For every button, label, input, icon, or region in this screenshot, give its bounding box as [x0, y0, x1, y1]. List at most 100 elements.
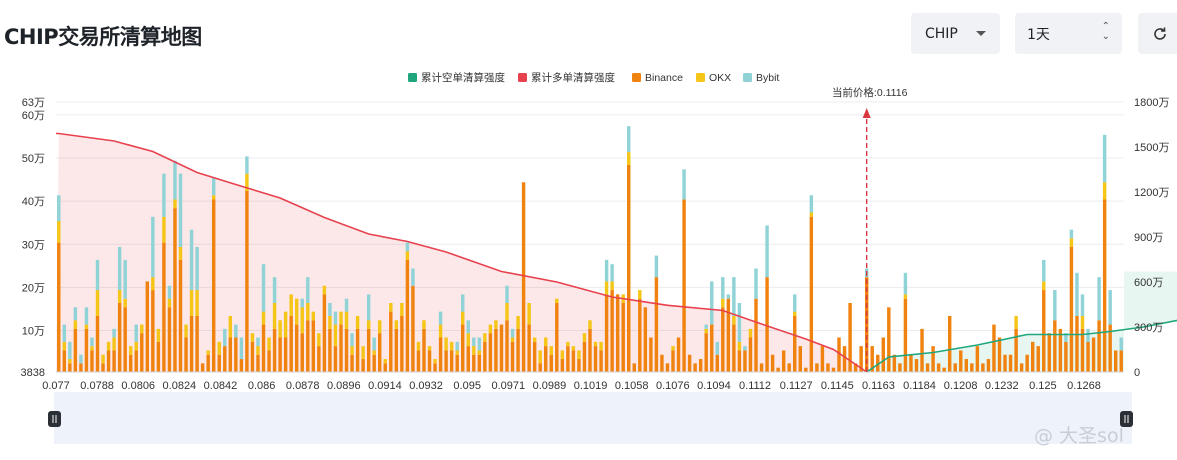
bar-okx — [466, 333, 470, 347]
bar-bybit — [178, 173, 183, 247]
bar-okx — [477, 350, 482, 355]
bar-bybit — [1097, 277, 1101, 321]
bar-binance — [555, 303, 559, 372]
bar-okx — [555, 298, 559, 304]
bar-bybit — [682, 169, 686, 200]
bar-bybit — [710, 281, 714, 325]
y-right-tick-label: 900万 — [1134, 232, 1163, 244]
bar-binance — [1025, 354, 1029, 372]
bar-binance — [1069, 246, 1074, 372]
bar-binance — [1113, 350, 1118, 372]
bar-binance — [311, 320, 316, 372]
x-tick-label: 0.1127 — [780, 380, 813, 392]
bar-okx — [372, 350, 376, 355]
x-tick-label: 0.0914 — [368, 380, 402, 392]
legend-swatch — [408, 73, 417, 82]
y-right-tick-label: 1500万 — [1134, 142, 1169, 154]
bar-binance — [350, 354, 354, 372]
bar-binance — [582, 341, 587, 372]
bar-okx — [793, 311, 797, 316]
bar-bybit — [211, 177, 216, 196]
bar-binance — [610, 290, 614, 372]
bar-binance — [649, 337, 653, 372]
bar-okx — [195, 290, 199, 316]
bar-okx — [582, 333, 587, 342]
x-tick-label: 0.0896 — [327, 380, 361, 392]
bar-binance — [516, 328, 520, 372]
bar-bybit — [372, 337, 376, 351]
legend-label: Binance — [645, 72, 683, 84]
bar-okx — [516, 315, 520, 329]
x-tick-label: 0.0878 — [286, 380, 320, 392]
legend-swatch — [696, 73, 705, 82]
bar-okx — [1014, 315, 1018, 329]
bar-okx — [300, 307, 304, 334]
bar-binance — [566, 346, 570, 372]
bar-binance — [1091, 337, 1096, 372]
bar-okx — [732, 315, 736, 325]
bar-binance — [145, 281, 150, 372]
bar-bybit — [123, 259, 127, 299]
bar-bybit — [411, 268, 415, 286]
bar-okx — [256, 346, 260, 355]
bar-bybit — [256, 337, 260, 347]
bar-binance — [754, 298, 758, 372]
bar-binance — [95, 315, 100, 372]
bar-binance — [156, 341, 161, 372]
bar-binance — [461, 324, 465, 372]
bar-okx — [217, 341, 221, 355]
bar-okx — [449, 341, 454, 351]
bar-binance — [234, 337, 238, 372]
bar-binance — [416, 350, 421, 372]
legend-label: 累计多单清算强度 — [531, 71, 615, 84]
x-tick-label: 0.095 — [453, 380, 481, 392]
bar-bybit — [112, 328, 116, 338]
bar-bybit — [68, 341, 72, 360]
bar-bybit — [350, 333, 354, 347]
legend-swatch — [632, 73, 641, 82]
bar-binance — [920, 328, 924, 372]
y-left-tick-label: 30万 — [22, 239, 45, 251]
bar-binance — [842, 346, 847, 372]
bar-okx — [571, 346, 576, 351]
bar-binance — [721, 307, 725, 372]
bar-okx — [544, 337, 548, 347]
bar-bybit — [333, 311, 338, 325]
bar-binance — [472, 354, 476, 372]
bar-bybit — [117, 246, 122, 291]
bar-binance — [743, 350, 747, 372]
bar-binance — [272, 328, 277, 372]
bar-okx — [206, 350, 210, 355]
bar-okx — [400, 303, 404, 316]
bar-binance — [643, 307, 648, 372]
bar-okx — [311, 311, 316, 321]
bar-binance — [283, 337, 288, 372]
bar-bybit — [95, 259, 100, 291]
bar-okx — [228, 315, 233, 338]
bar-binance — [106, 350, 111, 372]
bar-bybit — [737, 303, 742, 342]
x-tick-label: 0.1184 — [903, 380, 936, 392]
bar-binance — [804, 367, 808, 372]
x-tick-label: 0.1112 — [739, 380, 771, 392]
bar-okx — [461, 311, 465, 325]
bar-bybit — [300, 298, 304, 308]
y-left-tick-label: 10万 — [22, 326, 45, 338]
bar-binance — [527, 324, 531, 372]
bar-binance — [997, 337, 1002, 372]
zoom-handle-left[interactable] — [48, 411, 61, 427]
bar-bybit — [1086, 328, 1090, 342]
bar-bybit — [344, 298, 349, 312]
bar-binance — [903, 298, 908, 372]
zoom-slider[interactable] — [48, 392, 1133, 444]
bar-binance — [621, 303, 625, 372]
x-tick-label: 0.1076 — [656, 380, 690, 392]
bar-binance — [361, 359, 365, 372]
bar-bybit — [721, 277, 725, 299]
bar-okx — [344, 311, 349, 329]
legend-label: Bybit — [756, 72, 779, 84]
bar-okx — [604, 281, 609, 295]
bar-binance — [228, 337, 233, 372]
x-tick-label: 0.0989 — [533, 380, 567, 392]
bar-binance — [134, 350, 138, 372]
